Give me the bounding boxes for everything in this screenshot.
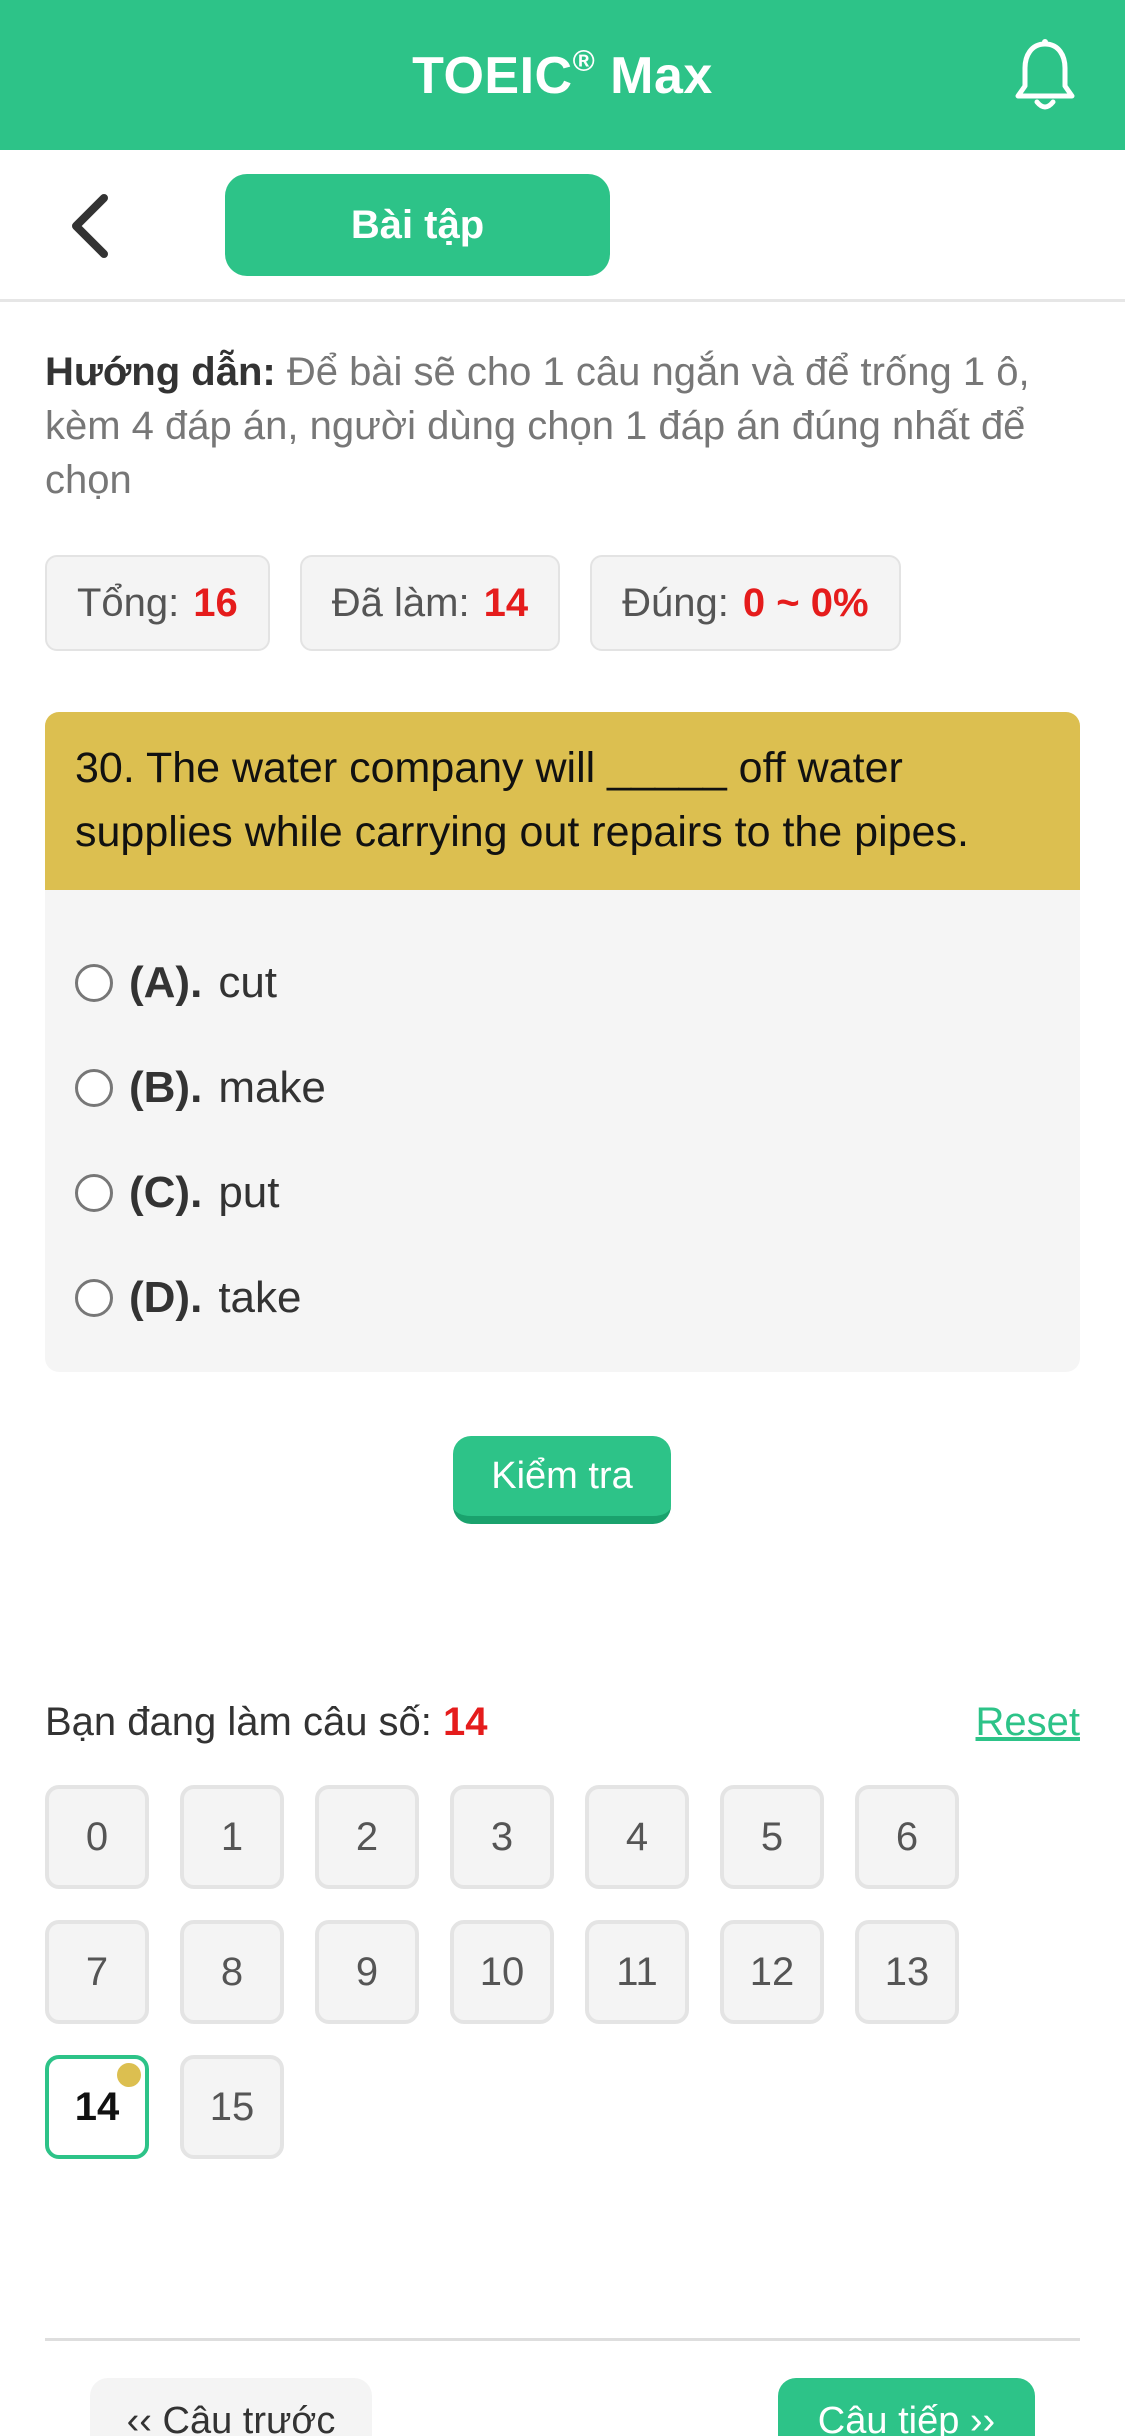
current-indicator-dot bbox=[117, 2063, 141, 2087]
radio-icon[interactable] bbox=[75, 1174, 113, 1212]
app-header: TOEIC® Max bbox=[0, 0, 1125, 150]
question-cell[interactable]: 5 bbox=[720, 1785, 824, 1889]
radio-icon[interactable] bbox=[75, 964, 113, 1002]
question-cell[interactable]: 7 bbox=[45, 1920, 149, 2024]
bell-icon[interactable] bbox=[1013, 38, 1077, 114]
check-button[interactable]: Kiểm tra bbox=[453, 1436, 671, 1524]
stat-done: Đã làm: 14 bbox=[299, 555, 561, 651]
question-cell[interactable]: 15 bbox=[180, 2055, 284, 2159]
next-question-button[interactable]: Câu tiếp ›› bbox=[778, 2378, 1035, 2436]
prev-question-button[interactable]: ‹‹ Câu trước bbox=[90, 2378, 372, 2436]
answer-options: (A). cut (B). make (C). put (D). take bbox=[45, 890, 1080, 1372]
instructions-label: Hướng dẫn: bbox=[45, 350, 276, 394]
question-cell[interactable]: 11 bbox=[585, 1920, 689, 2024]
instructions: Hướng dẫn: Để bài sẽ cho 1 câu ngắn và đ… bbox=[45, 345, 1085, 507]
option-a[interactable]: (A). cut bbox=[75, 948, 277, 1018]
exercise-tab-button[interactable]: Bài tập bbox=[225, 174, 610, 276]
divider bbox=[45, 2338, 1080, 2341]
question-cell[interactable]: 6 bbox=[855, 1785, 959, 1889]
question-text: 30. The water company will _____ off wat… bbox=[45, 712, 1080, 890]
option-b[interactable]: (B). make bbox=[75, 1053, 326, 1123]
question-cell[interactable]: 13 bbox=[855, 1920, 959, 2024]
question-cell[interactable]: 12 bbox=[720, 1920, 824, 2024]
radio-icon[interactable] bbox=[75, 1279, 113, 1317]
stat-total: Tổng: 16 bbox=[45, 555, 270, 651]
progress-label: Bạn đang làm câu số: 14 bbox=[45, 1700, 488, 1744]
question-cell-current[interactable]: 14 bbox=[45, 2055, 149, 2159]
question-cell[interactable]: 10 bbox=[450, 1920, 554, 2024]
question-cell[interactable]: 9 bbox=[315, 1920, 419, 2024]
option-c[interactable]: (C). put bbox=[75, 1158, 279, 1228]
app-title: TOEIC® Max bbox=[412, 44, 713, 105]
question-cell[interactable]: 3 bbox=[450, 1785, 554, 1889]
question-cell[interactable]: 4 bbox=[585, 1785, 689, 1889]
stats-row: Tổng: 16 Đã làm: 14 Đúng: 0 ~ 0% bbox=[45, 555, 901, 651]
question-cell[interactable]: 2 bbox=[315, 1785, 419, 1889]
question-cell[interactable]: 8 bbox=[180, 1920, 284, 2024]
question-cell[interactable]: 0 bbox=[45, 1785, 149, 1889]
stat-correct: Đúng: 0 ~ 0% bbox=[590, 555, 901, 651]
radio-icon[interactable] bbox=[75, 1069, 113, 1107]
reset-link[interactable]: Reset bbox=[976, 1700, 1081, 1745]
sub-header: Bài tập bbox=[0, 150, 1125, 302]
chevron-left-icon[interactable] bbox=[62, 192, 122, 260]
option-d[interactable]: (D). take bbox=[75, 1263, 301, 1333]
question-cell[interactable]: 1 bbox=[180, 1785, 284, 1889]
